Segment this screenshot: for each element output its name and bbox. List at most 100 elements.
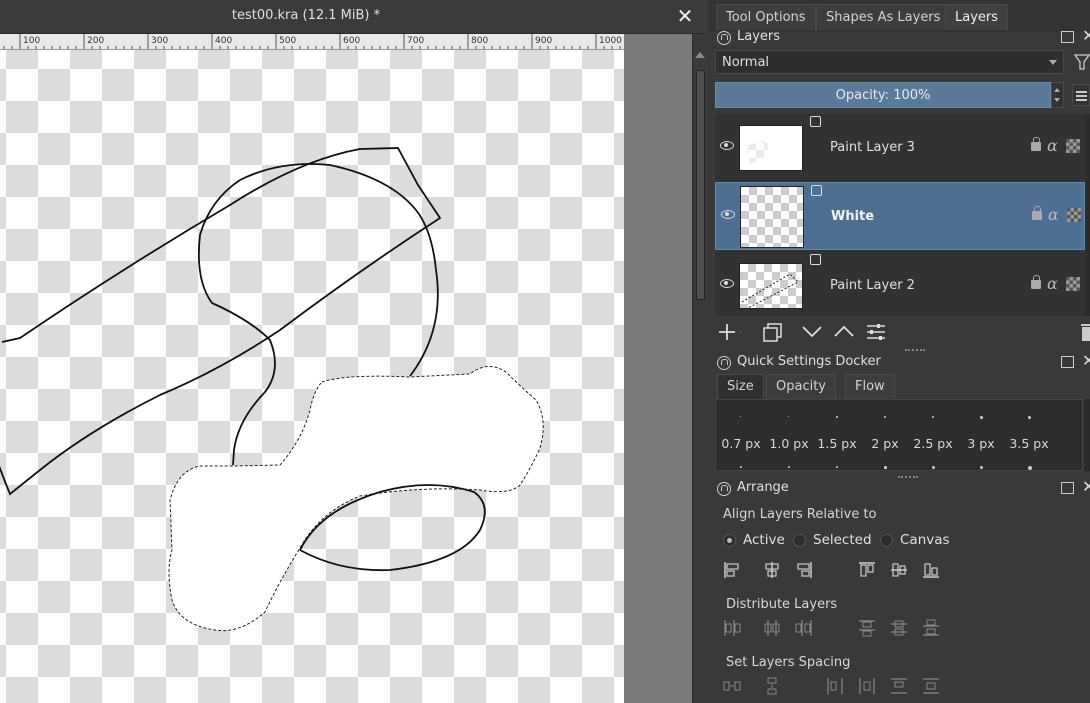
tab-flow[interactable]: Flow	[845, 374, 895, 399]
inherit-alpha-icon[interactable]	[1066, 139, 1080, 153]
lock-docker-icon[interactable]	[717, 356, 731, 370]
float-docker-icon[interactable]	[1061, 31, 1074, 43]
lock-docker-icon[interactable]	[717, 31, 731, 45]
lock-icon[interactable]	[1031, 275, 1041, 289]
brush-size-preset[interactable]: 3 px	[957, 400, 1005, 470]
lock-icon[interactable]	[1031, 137, 1041, 151]
ruler-tick-label: 500	[279, 36, 296, 46]
close-docker-icon[interactable]: ✕	[1082, 26, 1090, 45]
distribute-right-icon[interactable]	[795, 619, 813, 637]
visibility-eye-icon[interactable]	[720, 141, 734, 150]
visibility-eye-icon[interactable]	[720, 279, 734, 288]
close-docker-icon[interactable]: ✕	[1082, 477, 1090, 496]
radio-canvas[interactable]	[880, 534, 893, 547]
tab-size[interactable]: Size	[717, 374, 764, 399]
tab-opacity[interactable]: Opacity	[766, 374, 837, 399]
inherit-alpha-icon[interactable]	[1066, 277, 1080, 291]
size-dot-icon	[1028, 416, 1032, 420]
brush-size-preset[interactable]: 3.5 px	[1005, 400, 1053, 470]
layer-row-paint-layer-2[interactable]: Paint Layer 2 α	[715, 252, 1085, 316]
opacity-spinner[interactable]	[1051, 82, 1064, 108]
distribute-left-icon[interactable]	[723, 619, 741, 637]
distribute-top-icon[interactable]	[858, 619, 876, 637]
move-layer-down-icon[interactable]	[801, 320, 825, 344]
canvas[interactable]	[0, 50, 624, 703]
tab-tool-options[interactable]: Tool Options	[716, 4, 816, 30]
spacing-left-icon[interactable]	[826, 677, 844, 695]
horizontal-gap-icon[interactable]	[723, 677, 741, 695]
layer-properties-icon[interactable]	[865, 320, 889, 344]
alpha-lock-icon[interactable]: α	[1048, 205, 1059, 224]
opacity-slider[interactable]: Opacity: 100%	[715, 82, 1051, 108]
visibility-eye-icon[interactable]	[721, 210, 735, 219]
menu-line	[1076, 91, 1087, 93]
align-hcenter-icon[interactable]	[763, 561, 781, 579]
blend-mode-select[interactable]: Normal	[715, 50, 1064, 74]
spin-down-icon[interactable]	[1054, 98, 1060, 102]
layer-list[interactable]: Paint Layer 3 α White α Paint Layer 2 α	[715, 114, 1085, 316]
align-right-icon[interactable]	[795, 561, 813, 579]
lock-icon[interactable]	[1032, 206, 1042, 220]
close-docker-icon[interactable]: ✕	[1082, 351, 1090, 370]
distribute-bottom-icon[interactable]	[922, 619, 940, 637]
inherit-alpha-icon[interactable]	[1067, 208, 1081, 222]
delete-layer-icon[interactable]	[1081, 320, 1090, 344]
layer-thumbnail	[739, 263, 803, 309]
canvas-vertical-scrollbar[interactable]	[692, 34, 708, 703]
brush-size-preset[interactable]: 0.7 px	[717, 400, 765, 470]
quick-settings-scrollbar[interactable]	[1084, 399, 1090, 471]
float-docker-icon[interactable]	[1061, 356, 1074, 368]
ruler-tick-label: 300	[151, 36, 168, 46]
vertical-gap-icon[interactable]	[763, 677, 781, 695]
scroll-up-icon[interactable]	[695, 52, 705, 58]
float-docker-icon[interactable]	[1061, 482, 1074, 494]
chevron-down-icon	[1049, 60, 1057, 65]
close-document-icon[interactable]: ✕	[676, 6, 694, 26]
brush-size-label: 2.5 px	[913, 436, 953, 451]
align-vcenter-icon[interactable]	[890, 561, 908, 579]
lock-docker-icon[interactable]	[717, 482, 731, 496]
size-dot-icon	[740, 416, 742, 418]
brush-size-label: 0.7 px	[721, 436, 761, 451]
scroll-thumb[interactable]	[696, 70, 705, 300]
brush-size-label: 3 px	[967, 436, 995, 451]
layer-name: Paint Layer 2	[830, 278, 915, 293]
brush-size-preset[interactable]: 2.5 px	[909, 400, 957, 470]
size-dot-icon	[932, 416, 935, 419]
layers-title: Layers	[737, 29, 781, 44]
distribute-hcenter-icon[interactable]	[763, 619, 781, 637]
radio-selected[interactable]	[793, 534, 806, 547]
alpha-lock-icon[interactable]: α	[1047, 274, 1058, 293]
radio-active[interactable]	[723, 534, 736, 547]
align-bottom-icon[interactable]	[922, 561, 940, 579]
size-dot-icon	[932, 466, 935, 469]
brush-size-preset[interactable]: 1.0 px	[765, 400, 813, 470]
distribute-vcenter-icon[interactable]	[890, 619, 908, 637]
align-left-icon[interactable]	[723, 561, 741, 579]
spacing-vcenter-icon[interactable]	[922, 677, 940, 695]
spin-up-icon[interactable]	[1054, 88, 1060, 92]
add-layer-icon[interactable]	[717, 320, 741, 344]
size-dot-icon	[980, 416, 983, 419]
brush-size-preset[interactable]: 2 px	[861, 400, 909, 470]
quick-settings-title: Quick Settings Docker	[737, 354, 881, 369]
alpha-lock-icon[interactable]: α	[1047, 136, 1058, 155]
layer-row-paint-layer-3[interactable]: Paint Layer 3 α	[715, 114, 1085, 182]
move-layer-up-icon[interactable]	[833, 320, 857, 344]
layer-list-scrollbar[interactable]	[1085, 114, 1090, 316]
ruler-tick-label: 100	[23, 36, 40, 46]
canvas-drawing	[0, 147, 544, 632]
layers-menu-button[interactable]	[1072, 84, 1090, 106]
size-dot-icon	[980, 466, 984, 470]
align-top-icon[interactable]	[858, 561, 876, 579]
duplicate-layer-icon[interactable]	[761, 320, 785, 344]
brush-size-preset[interactable]: 1.5 px	[813, 400, 861, 470]
layer-row-white[interactable]: White α	[715, 182, 1085, 250]
spacing-top-icon[interactable]	[890, 677, 908, 695]
spacing-hcenter-icon[interactable]	[858, 677, 876, 695]
filter-icon[interactable]	[1074, 52, 1090, 72]
tab-layers[interactable]: Layers	[945, 4, 1009, 30]
tab-shapes-as-layers[interactable]: Shapes As Layers	[816, 4, 951, 30]
brush-size-label: 1.0 px	[769, 436, 809, 451]
blend-mode-value: Normal	[722, 55, 770, 70]
